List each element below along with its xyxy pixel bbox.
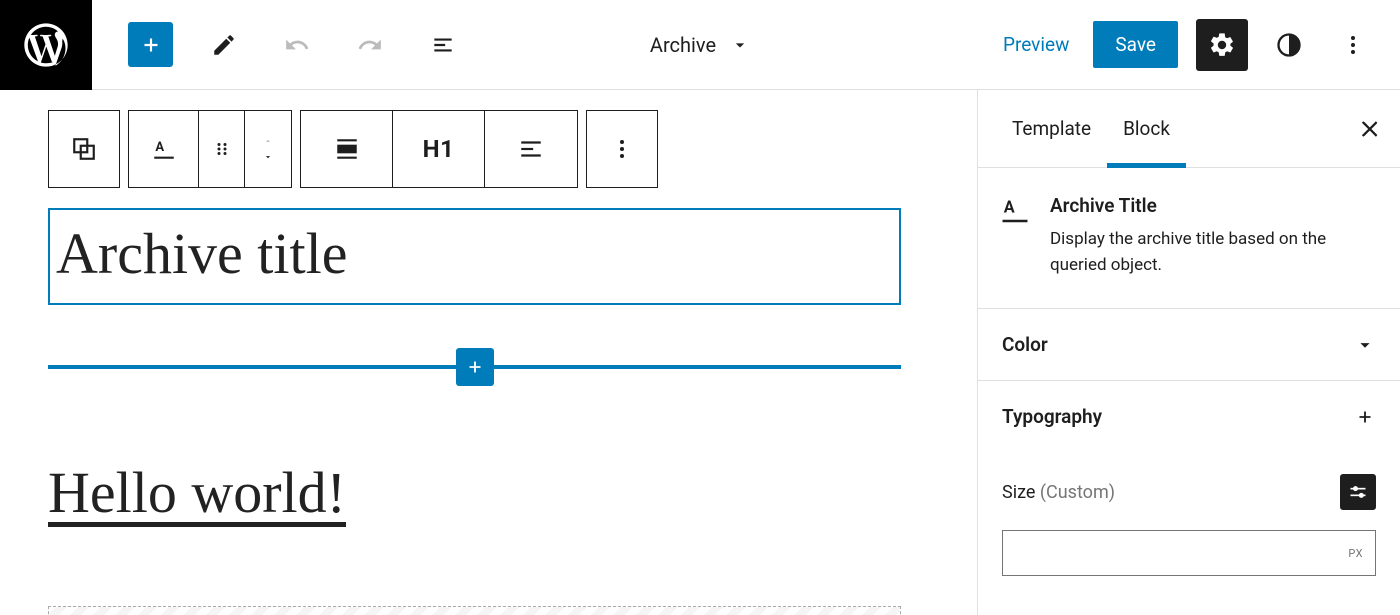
tab-block[interactable]: Block — [1107, 90, 1186, 167]
group-icon — [71, 136, 97, 162]
plus-icon — [464, 356, 486, 378]
block-movers[interactable] — [245, 111, 291, 187]
heading-level-button[interactable]: H1 — [393, 111, 485, 187]
more-vertical-icon — [1341, 33, 1365, 57]
size-label: Size — [1002, 482, 1035, 503]
undo-button[interactable] — [274, 22, 319, 67]
typography-section-label: Typography — [1002, 405, 1102, 428]
sidebar-tabs: Template Block — [978, 90, 1400, 168]
drag-icon — [213, 140, 231, 158]
wordpress-icon — [20, 19, 72, 71]
block-toolbar: A H1 — [48, 110, 977, 188]
color-section-toggle[interactable]: Color — [978, 309, 1400, 381]
block-description: Display the archive title based on the q… — [1050, 227, 1378, 278]
svg-text:A: A — [1004, 197, 1015, 216]
font-size-unit: PX — [1348, 547, 1363, 560]
topbar-right: Preview Save — [997, 19, 1400, 71]
list-view-button[interactable] — [420, 22, 465, 67]
topbar-left-tools — [92, 22, 465, 67]
preview-button[interactable]: Preview — [997, 23, 1075, 66]
heading-level-label: H1 — [423, 135, 455, 163]
list-view-icon — [430, 32, 456, 58]
archive-title-text: Archive title — [56, 220, 891, 287]
more-vertical-icon — [610, 137, 634, 161]
archive-title-icon: A — [1000, 196, 1030, 226]
font-size-row: Size (Custom) — [978, 452, 1400, 520]
pencil-icon — [211, 32, 237, 58]
settings-button[interactable] — [1196, 19, 1248, 71]
align-icon — [334, 136, 360, 162]
font-size-input[interactable] — [1003, 531, 1375, 575]
select-parent-button[interactable] — [49, 111, 119, 187]
redo-button[interactable] — [347, 22, 392, 67]
settings-sidebar: Template Block A Archive Title Display t… — [977, 90, 1400, 615]
typography-section-toggle[interactable]: Typography — [978, 381, 1400, 452]
font-size-input-wrapper: PX — [1002, 530, 1376, 576]
more-options-button[interactable] — [1330, 22, 1376, 68]
template-title-label: Archive — [650, 33, 716, 57]
gear-icon — [1208, 31, 1236, 59]
save-button[interactable]: Save — [1093, 21, 1178, 68]
drag-handle[interactable] — [199, 111, 245, 187]
editor-main: A H1 — [0, 90, 1400, 615]
undo-icon — [284, 32, 310, 58]
plus-icon — [138, 32, 164, 58]
block-name-label: Archive Title — [1050, 194, 1378, 217]
size-hint: (Custom) — [1040, 482, 1115, 503]
template-title-dropdown[interactable]: Archive — [650, 33, 750, 57]
size-preset-toggle[interactable] — [1340, 474, 1376, 510]
block-type-button[interactable]: A — [129, 111, 199, 187]
close-icon — [1358, 117, 1382, 141]
chevron-up-icon — [260, 136, 276, 146]
placeholder-block[interactable] — [48, 606, 901, 615]
text-align-icon — [518, 136, 544, 162]
edit-mode-button[interactable] — [201, 22, 246, 67]
text-align-button[interactable] — [485, 111, 577, 187]
block-inserter-line[interactable] — [48, 365, 901, 369]
color-section-label: Color — [1002, 333, 1048, 356]
sliders-icon — [1348, 482, 1368, 502]
styles-button[interactable] — [1266, 22, 1312, 68]
chevron-down-icon — [1354, 334, 1376, 356]
archive-title-icon: A — [151, 136, 177, 162]
plus-icon — [1354, 406, 1376, 428]
editor-topbar: Archive Preview Save — [0, 0, 1400, 90]
block-more-options[interactable] — [587, 111, 657, 187]
contrast-icon — [1275, 31, 1303, 59]
sidebar-close-button[interactable] — [1358, 117, 1382, 141]
svg-text:A: A — [155, 140, 164, 155]
post-title-link[interactable]: Hello world! — [48, 459, 977, 526]
chevron-down-icon — [260, 152, 276, 162]
tab-template[interactable]: Template — [996, 90, 1107, 167]
inline-inserter-button[interactable] — [456, 348, 494, 386]
archive-title-block[interactable]: Archive title — [48, 208, 901, 305]
redo-icon — [357, 32, 383, 58]
block-info-panel: A Archive Title Display the archive titl… — [978, 168, 1400, 309]
chevron-down-icon — [730, 35, 750, 55]
wp-logo-button[interactable] — [0, 0, 92, 90]
align-button[interactable] — [301, 111, 393, 187]
editor-canvas[interactable]: A H1 — [0, 90, 977, 615]
block-inserter-button[interactable] — [128, 22, 173, 67]
